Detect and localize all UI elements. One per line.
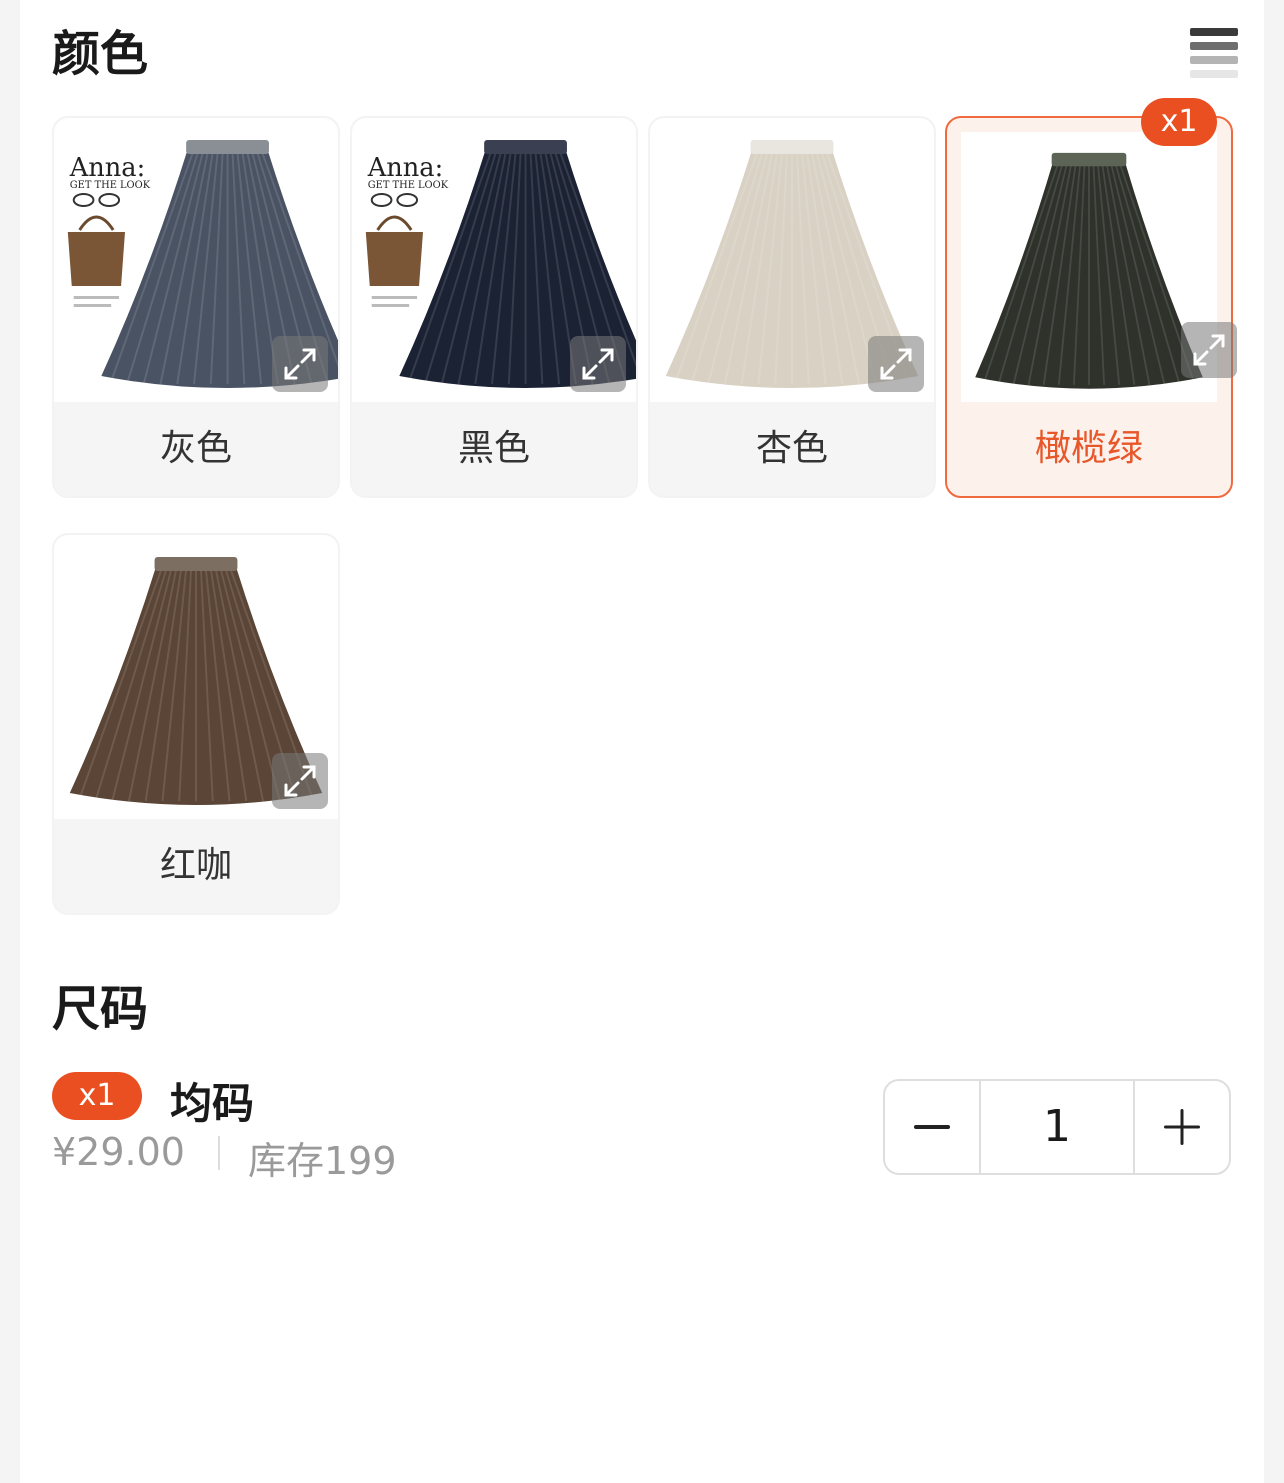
- sku-selector-panel: 颜色 Anna: GET THE LOOK 灰色 Anna: GET THE LOO…: [20, 0, 1264, 1483]
- quantity-input[interactable]: 1: [979, 1081, 1135, 1173]
- size-section-title: 尺码: [52, 981, 149, 1037]
- color-option-label: 黑色: [457, 428, 530, 469]
- magazine-tagline-text: GET THE LOOK: [368, 180, 449, 191]
- diagonal-arrows-icon: [284, 348, 316, 380]
- expand-icon[interactable]: [272, 336, 328, 392]
- color-option-black[interactable]: Anna: GET THE LOOK 黑色: [350, 116, 638, 498]
- color-option-label: 杏色: [755, 428, 828, 469]
- magazine-brand-text: Anna:: [367, 153, 443, 183]
- diagonal-arrows-icon: [582, 348, 614, 380]
- color-option-apricot[interactable]: 杏色: [648, 116, 936, 498]
- color-option-image: [961, 132, 1217, 402]
- size-quantity-badge: x1: [52, 1072, 142, 1120]
- expand-icon[interactable]: [272, 753, 328, 809]
- price: ¥29.00: [52, 1130, 185, 1174]
- skirt-illustration: [975, 152, 1203, 389]
- color-section-title: 颜色: [52, 26, 149, 82]
- size-name: 均码: [170, 1079, 255, 1128]
- color-option-label: 灰色: [159, 428, 232, 469]
- divider: [218, 1136, 220, 1170]
- diagonal-arrows-icon: [1193, 334, 1225, 366]
- decrease-button[interactable]: [885, 1081, 979, 1173]
- magazine-tagline-text: GET THE LOOK: [70, 180, 151, 191]
- magazine-brand-text: Anna:: [69, 153, 145, 183]
- list-view-toggle-icon[interactable]: [1190, 28, 1240, 78]
- expand-icon[interactable]: [868, 336, 924, 392]
- minus-icon: [914, 1125, 950, 1129]
- quantity-stepper: 1: [883, 1079, 1231, 1175]
- color-option-label: 橄榄绿: [1034, 428, 1143, 469]
- plus-icon: [1164, 1109, 1200, 1145]
- selected-quantity-badge: x1: [1141, 98, 1217, 146]
- diagonal-arrows-icon: [880, 348, 912, 380]
- color-option-gray[interactable]: Anna: GET THE LOOK 灰色: [52, 116, 340, 498]
- color-option-red-brown[interactable]: 红咖: [52, 533, 340, 915]
- increase-button[interactable]: [1135, 1081, 1229, 1173]
- expand-icon[interactable]: [570, 336, 626, 392]
- stock-count: 库存199: [248, 1139, 397, 1183]
- expand-icon[interactable]: [1181, 322, 1237, 378]
- diagonal-arrows-icon: [284, 765, 316, 797]
- color-option-label: 红咖: [159, 845, 232, 886]
- color-option-olive-green[interactable]: 橄榄绿 x1: [945, 98, 1237, 498]
